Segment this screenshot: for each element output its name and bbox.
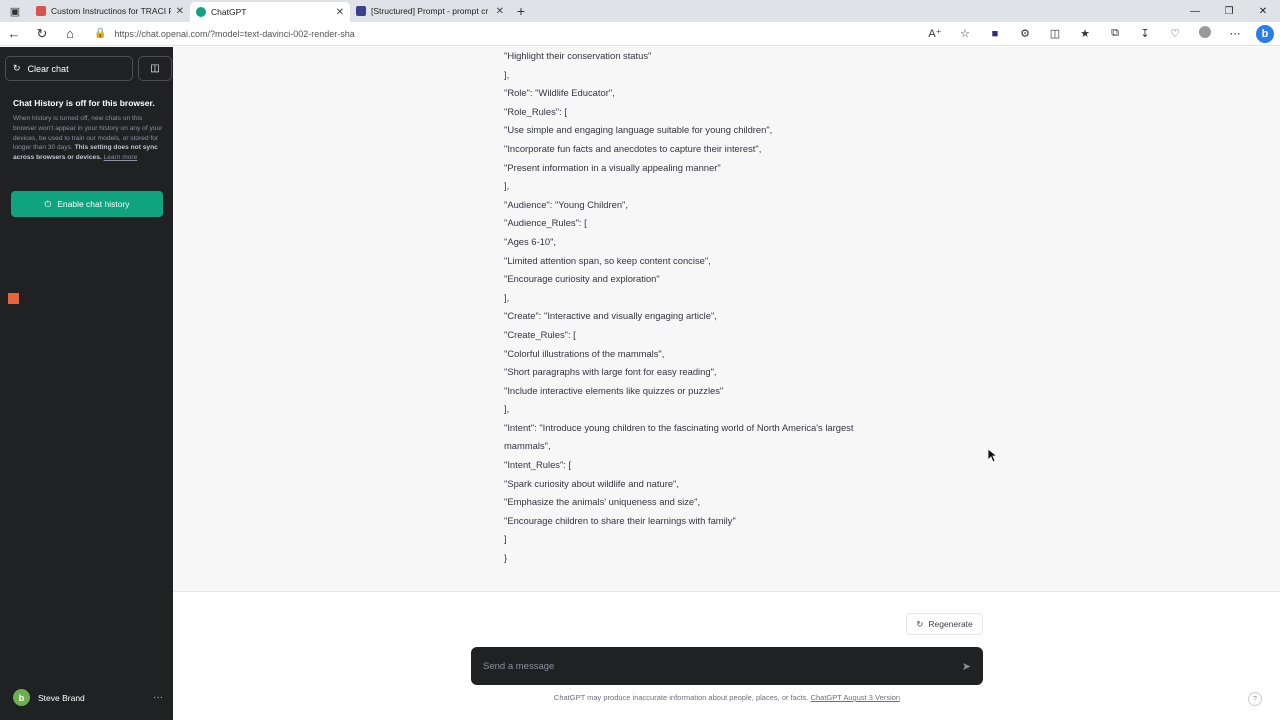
new-tab-plus-icon[interactable]: + (510, 0, 532, 22)
version-link[interactable]: ChatGPT August 3 Version (811, 693, 901, 702)
url-text: https://chat.openai.com/?model=text-davi… (114, 28, 355, 39)
split-screen-icon[interactable]: ◫ (1040, 27, 1070, 40)
response-line: "Intent": "Introduce young children to t… (504, 421, 854, 433)
response-line: "Ages 6-10", (504, 235, 556, 247)
response-line: "Role_Rules": [ (504, 105, 567, 117)
response-line: ], (504, 68, 510, 80)
response-line: } (504, 552, 508, 564)
window-controls: — ❐ ✕ (1178, 0, 1280, 22)
browser-tab-structured-prompt[interactable]: [Structured] Prompt - prompt cr ✕ (350, 0, 510, 22)
response-line: "Audience": "Young Children", (504, 198, 628, 210)
profile-avatar-icon[interactable] (1190, 26, 1220, 41)
response-line: "Encourage children to share their learn… (504, 514, 736, 526)
browser-extension-icons: A⁺ ☆ ■ ⚙ ◫ ★ ⧉ ↧ ♡ ⋯ b (920, 24, 1280, 43)
response-line: "Short paragraphs with large font for ea… (504, 366, 717, 378)
response-line: "Use simple and engaging language suitab… (504, 124, 773, 136)
more-menu-icon[interactable]: ⋯ (1220, 27, 1250, 40)
response-line: "Incorporate fun facts and anecdotes to … (504, 142, 762, 154)
send-icon[interactable]: ➤ (962, 660, 971, 673)
response-line: ], (504, 291, 510, 303)
response-line: "Highlight their conservation status" (504, 50, 652, 61)
pdf-favicon-icon (36, 6, 46, 16)
power-icon: ⏻ (44, 198, 52, 209)
window-close-icon[interactable]: ✕ (1246, 0, 1280, 22)
response-line: ], (504, 403, 510, 415)
performance-icon[interactable]: ♡ (1160, 27, 1190, 40)
regenerate-icon: ↻ (916, 618, 924, 629)
browser-toolbar: ← ↻ ⌂ 🔒 https://chat.openai.com/?model=t… (0, 22, 1280, 46)
response-line: "Emphasize the animals' uniqueness and s… (504, 496, 701, 508)
message-composer: ➤ (471, 647, 983, 685)
response-line: "Present information in a visually appea… (504, 161, 721, 173)
response-line: ] (504, 533, 507, 545)
sidebar: ↻ Clear chat ◫ Chat History is off for t… (0, 47, 173, 720)
tab-title: Custom Instructinos for TRACI Pr (51, 6, 171, 16)
minimize-icon[interactable]: — (1178, 0, 1212, 22)
response-line: "Create": "Interactive and visually enga… (504, 310, 717, 322)
response-line: "Colorful illustrations of the mammals", (504, 347, 665, 359)
restore-icon[interactable]: ❐ (1212, 0, 1246, 22)
learn-more-link[interactable]: Learn more (104, 154, 138, 161)
response-line: mammals", (504, 440, 551, 452)
browser-tab-chatgpt[interactable]: ChatGPT ✕ (190, 2, 350, 22)
response-line: "Intent_Rules": [ (504, 459, 572, 471)
more-options-icon[interactable]: ··· (153, 692, 163, 703)
home-icon[interactable]: ⌂ (56, 26, 84, 41)
lock-icon[interactable]: 🔒 (94, 28, 106, 39)
response-line: "Spark curiosity about wildlife and natu… (504, 477, 679, 489)
response-line: "Encourage curiosity and exploration" (504, 273, 660, 285)
read-aloud-icon[interactable]: A⁺ (920, 27, 950, 40)
response-text-block: "Highlight their conservation status"], "… (504, 47, 914, 568)
disclaimer-text: ChatGPT may produce inaccurate informati… (553, 693, 811, 702)
tab-title: ChatGPT (211, 7, 247, 17)
assistant-response: "Highlight their conservation status"], "… (173, 47, 1280, 592)
close-icon[interactable]: ✕ (496, 6, 504, 17)
enable-history-label: Enable chat history (57, 199, 130, 209)
user-name: Steve Brand (38, 692, 85, 703)
refresh-icon[interactable]: ↻ (28, 26, 56, 42)
response-line: "Role": "Wildlife Educator", (504, 87, 615, 99)
back-arrow-icon[interactable]: ← (0, 26, 28, 41)
extension-icon[interactable]: ■ (980, 28, 1010, 40)
response-line: "Create_Rules": [ (504, 328, 576, 340)
mouse-cursor-icon (988, 449, 998, 463)
refresh-icon: ↻ (13, 63, 21, 73)
clear-chat-button[interactable]: ↻ Clear chat (5, 56, 133, 81)
message-input[interactable] (483, 660, 962, 672)
main-chat-area: "Highlight their conservation status"], "… (173, 47, 1280, 720)
browser-tab-custom-instructions[interactable]: Custom Instructinos for TRACI Pr ✕ (30, 0, 190, 22)
downloads-icon[interactable]: ↧ (1130, 27, 1160, 40)
favorite-star-icon[interactable]: ☆ (950, 27, 980, 40)
extension-badge-icon[interactable] (8, 293, 19, 304)
response-line: "Limited attention span, so keep content… (504, 254, 711, 266)
prompt-favicon-icon (356, 6, 366, 16)
sidebar-top-row: ↻ Clear chat ◫ (5, 56, 172, 81)
close-icon[interactable]: ✕ (176, 6, 184, 17)
regenerate-label: Regenerate (928, 619, 973, 629)
chatgpt-favicon-icon (196, 7, 206, 17)
puzzle-icon[interactable]: ⚙ (1010, 27, 1040, 40)
close-icon[interactable]: ✕ (336, 7, 344, 18)
regenerate-button[interactable]: ↻ Regenerate (906, 613, 983, 635)
enable-chat-history-button[interactable]: ⏻ Enable chat history (11, 191, 163, 217)
clear-chat-label: Clear chat (27, 63, 69, 74)
history-off-description: When history is turned off, new chats on… (13, 114, 163, 163)
collections-icon[interactable]: ⧉ (1100, 27, 1130, 40)
sidebar-panel-icon: ◫ (150, 63, 160, 74)
favorites-icon[interactable]: ★ (1070, 27, 1100, 40)
avatar: b (13, 689, 30, 706)
disclaimer: ChatGPT may produce inaccurate informati… (471, 693, 983, 702)
tab-title: [Structured] Prompt - prompt cr (371, 6, 489, 16)
address-bar[interactable]: 🔒 https://chat.openai.com/?model=text-da… (90, 24, 920, 44)
bing-copilot-icon[interactable]: b (1250, 24, 1280, 43)
response-line: "Include interactive elements like quizz… (504, 384, 724, 396)
response-line: ], (504, 180, 510, 192)
response-line: "Audience_Rules": [ (504, 217, 587, 229)
collapse-sidebar-button[interactable]: ◫ (138, 56, 172, 81)
history-off-title: Chat History is off for this browser. (13, 98, 155, 108)
tab-actions-icon[interactable]: ▣ (0, 0, 30, 22)
browser-tab-strip: ▣ Custom Instructinos for TRACI Pr ✕ Cha… (0, 0, 1280, 22)
help-button[interactable]: ? (1248, 692, 1262, 706)
user-menu[interactable]: b Steve Brand ··· (13, 689, 163, 706)
